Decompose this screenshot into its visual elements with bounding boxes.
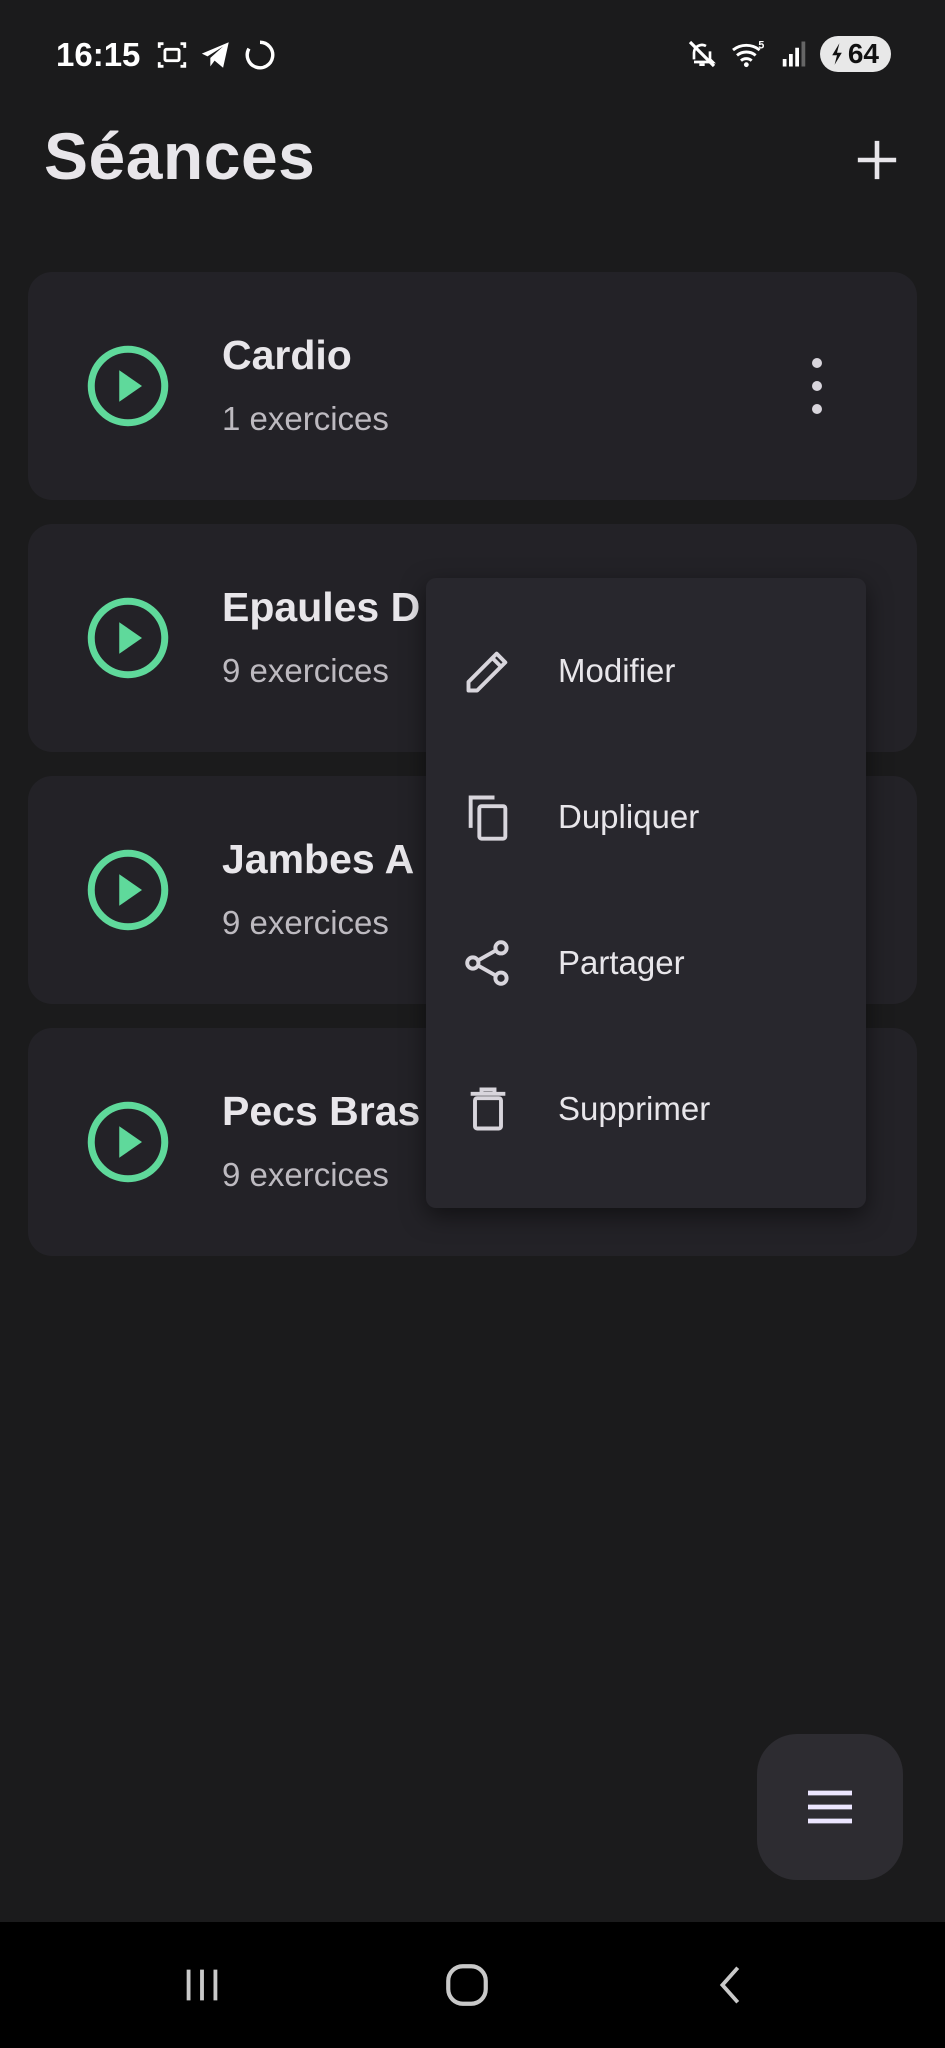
menu-item-label: Modifier	[558, 652, 676, 689]
mute-icon	[688, 40, 716, 68]
status-bar: 16:15 5 64	[0, 0, 945, 110]
session-name: Cardio	[222, 332, 352, 378]
play-circle-icon[interactable]	[86, 848, 170, 932]
menu-item-label: Dupliquer	[558, 798, 700, 835]
menu-icon	[808, 1790, 852, 1824]
signal-icon	[782, 41, 806, 67]
status-right-icons: 5 64	[686, 36, 891, 72]
loading-circle-icon	[245, 40, 275, 70]
play-circle-icon[interactable]	[86, 1100, 170, 1184]
session-card[interactable]: Cardio 1 exercices	[28, 272, 917, 500]
menu-item-partager[interactable]: Partager	[426, 890, 866, 1036]
play-circle-icon[interactable]	[86, 344, 170, 428]
plus-icon	[857, 140, 897, 180]
more-vert-icon	[812, 358, 822, 368]
add-session-button[interactable]	[849, 132, 905, 188]
session-exercise-count: 9 exercices	[222, 652, 389, 689]
context-menu: Modifier Dupliquer Partager Supprimer	[426, 578, 866, 1208]
recent-apps-button[interactable]	[167, 1950, 237, 2020]
copy-icon	[460, 789, 516, 845]
telegram-icon	[201, 42, 229, 68]
menu-item-modifier[interactable]: Modifier	[426, 598, 866, 744]
recent-apps-icon	[186, 1969, 218, 2001]
back-icon	[719, 1966, 740, 2004]
wifi-icon: 5	[731, 40, 764, 68]
home-button[interactable]	[432, 1950, 502, 2020]
battery-indicator: 64	[819, 36, 891, 72]
home-icon	[446, 1964, 488, 2006]
menu-item-supprimer[interactable]: Supprimer	[426, 1036, 866, 1182]
svg-text:5: 5	[758, 40, 764, 52]
battery-level: 64	[847, 38, 879, 69]
share-icon	[460, 935, 516, 991]
session-name: Pecs Bras	[222, 1088, 421, 1134]
status-time: 16:15	[56, 36, 141, 73]
battery-charging-icon	[832, 43, 842, 65]
session-exercise-count: 1 exercices	[222, 400, 389, 437]
menu-item-label: Partager	[558, 944, 685, 981]
status-left-icons	[155, 38, 277, 72]
pencil-icon	[460, 643, 516, 699]
trash-icon	[460, 1081, 516, 1137]
back-button[interactable]	[697, 1950, 767, 2020]
session-exercise-count: 9 exercices	[222, 904, 389, 941]
session-name: Jambes A	[222, 836, 415, 882]
system-nav-bar	[0, 1922, 945, 2048]
menu-item-dupliquer[interactable]: Dupliquer	[426, 744, 866, 890]
menu-item-label: Supprimer	[558, 1090, 711, 1127]
screenshot-icon	[157, 42, 187, 68]
play-circle-icon[interactable]	[86, 596, 170, 680]
more-options-button[interactable]	[805, 358, 829, 414]
page-title: Séances	[44, 119, 316, 193]
session-exercise-count: 9 exercices	[222, 1156, 389, 1193]
menu-fab-button[interactable]	[757, 1734, 903, 1880]
session-name: Epaules D	[222, 584, 421, 630]
